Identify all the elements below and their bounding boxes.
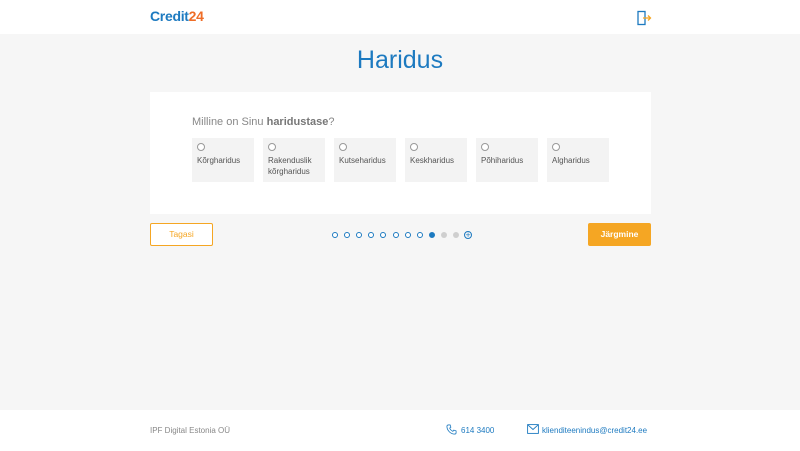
option-pohiharidus[interactable]: Põhiharidus [476,138,538,182]
progress-step-dot [332,232,338,238]
option-label: Kutseharidus [339,156,386,165]
radio-button[interactable] [197,143,205,151]
question-text: Milline on Sinu haridustase? [192,116,334,128]
logout-icon[interactable] [636,10,652,26]
progress-step-dot [392,232,399,238]
progress-step-dot [416,232,423,238]
credit24-logo[interactable]: Credit24 [150,8,204,24]
back-button[interactable]: Tagasi [150,223,213,246]
progress-step-dot [380,232,387,238]
progress-step-dot [368,232,375,238]
page-title: Haridus [356,46,444,74]
option-algharidus[interactable]: Algharidus [547,138,609,182]
radio-button[interactable] [410,143,418,151]
company-name: IPF Digital Estonia OÜ [150,426,231,435]
option-keskharidus[interactable]: Keskharidus [405,138,467,182]
progress-step-dot [356,232,363,238]
footer: IPF Digital Estonia OÜ 614 3400 kliendit… [0,410,800,451]
phone-icon [446,424,457,435]
option-kutseharidus[interactable]: Kutseharidus [334,138,396,182]
progress-step-dot [404,232,411,238]
header: Credit24 [0,0,800,34]
progress-step-dot [344,232,351,238]
phone-number: 614 3400 [461,426,495,435]
question-emphasis: haridustase [266,116,329,128]
email-address: klienditeenindus@credit24.ee [542,426,648,435]
question-card: Milline on Sinu haridustase? Kõrgharidus… [150,92,651,214]
next-button[interactable]: Järgmine [588,223,651,246]
option-label: Kõrgharidus [197,156,241,165]
logo-text-credit: Credit [150,8,189,24]
radio-button[interactable] [339,143,347,151]
progress-indicator: + [330,230,475,240]
radio-button[interactable] [552,143,560,151]
progress-final-step: + [464,231,473,239]
logo-text-24: 24 [188,8,204,24]
progress-step-dot [440,232,447,238]
progress-step-dot [453,232,459,238]
option-label: Algharidus [552,156,590,165]
envelope-icon [527,424,539,434]
option-korgharidus[interactable]: Kõrgharidus [192,138,254,182]
option-label: Rakenduslik kõrgharidus [268,156,312,176]
option-rakenduslik-korgharidus[interactable]: Rakenduslik kõrgharidus [263,138,325,182]
option-label: Keskharidus [410,156,455,165]
option-label: Põhiharidus [481,156,524,165]
question-suffix: ? [328,116,335,128]
radio-button[interactable] [481,143,489,151]
progress-step-dot [428,232,435,238]
radio-button[interactable] [268,143,276,151]
question-prefix: Milline on Sinu [192,116,267,128]
